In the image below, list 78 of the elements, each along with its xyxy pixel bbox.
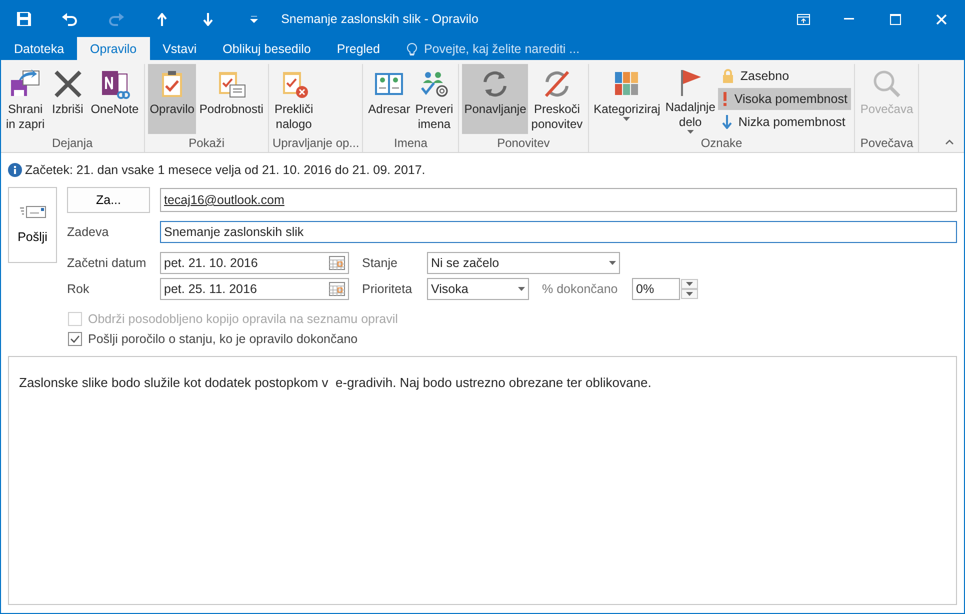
dropdown-caret-icon: [609, 261, 616, 265]
ribbon-button[interactable]: Preveri imena: [413, 64, 456, 134]
ribbon-button[interactable]: Podrobnosti: [197, 64, 266, 134]
ribbon-tab[interactable]: Vstavi: [150, 37, 210, 60]
body-text: Zaslonske slike bodo služile kot dodatek postopkom v e-gradivih. Naj bodo ustrezno obrezane ter oblikovane.: [19, 375, 652, 390]
lock-icon: [722, 69, 734, 83]
lightbulb-icon: [406, 42, 417, 56]
group-label: Ponovitev: [496, 135, 551, 152]
checkbox-label: Obdrži posodobljeno kopijo opravila na seznamu opravil: [88, 312, 399, 326]
subject-field[interactable]: Snemanje zaslonskih slik: [160, 221, 957, 243]
collapse-ribbon-icon: [945, 139, 954, 145]
group-label: Pokaži: [188, 135, 226, 152]
date-field[interactable]: pet. 21. 10. 2016: [160, 252, 349, 274]
envelope-icon: [20, 206, 46, 218]
down-arrow-icon: [722, 115, 732, 129]
date-field[interactable]: pet. 25. 11. 2016: [160, 278, 349, 300]
group-label: Upravljanje op...: [272, 135, 360, 152]
field-label: Rok: [67, 282, 90, 296]
to-field[interactable]: tecaj16@outlook.com: [160, 188, 957, 212]
save-icon: [16, 11, 32, 27]
send-button[interactable]: Pošlji: [8, 187, 57, 263]
field-label: Stanje: [362, 256, 398, 270]
up-arrow-icon: [157, 12, 167, 26]
customize-icon: [250, 16, 258, 22]
delete-icon: [52, 68, 84, 100]
checkbox[interactable]: [68, 332, 82, 346]
close-icon: [936, 14, 946, 24]
status-select[interactable]: Ni se začelo: [427, 252, 620, 274]
ribbon-button[interactable]: Kategoriziraj: [592, 64, 662, 134]
percent-field[interactable]: 0%: [632, 278, 680, 300]
ribbon-tab[interactable]: Opravilo: [77, 37, 150, 60]
ribbon-button[interactable]: Izbriši: [48, 64, 88, 134]
field-label: Zadeva: [67, 225, 110, 239]
dropdown-caret-icon: [623, 117, 630, 121]
ribbon-button[interactable]: Nadaljnje delo: [663, 64, 718, 134]
ribbon-tab[interactable]: Datoteka: [1, 37, 78, 60]
minimize-icon: [844, 18, 854, 20]
dropdown-caret-icon: [518, 287, 525, 291]
group-label: Oznake: [700, 135, 744, 152]
group-label: Povečava: [859, 135, 914, 152]
window-title: Snemanje zaslonskih slik - Opravilo: [280, 12, 480, 26]
spin-up-button[interactable]: [681, 279, 698, 289]
ribbon-button[interactable]: Ponavljanje: [462, 64, 528, 134]
ribbon-button[interactable]: Prekliči nalogo: [272, 64, 316, 134]
group-label: Imena: [393, 135, 428, 152]
calendar-icon: [329, 282, 345, 296]
redo-icon: [108, 12, 124, 26]
ribbon-button[interactable]: OneNote: [88, 64, 141, 134]
tell-me-field[interactable]: Povejte, kaj želite narediti ...: [422, 40, 626, 56]
dropdown-caret-icon: [686, 130, 694, 134]
ribbon-button[interactable]: Shrani in zapri: [4, 64, 47, 134]
maximize-icon: [890, 14, 900, 24]
checkbox-label: Pošlji poročilo o stanju, ko je opravilo dokončano: [88, 332, 359, 346]
ribbon-tab[interactable]: Pregled: [324, 37, 393, 60]
ribbon-button[interactable]: Nizka pomembnost: [718, 111, 852, 133]
field-label: % dokončano: [542, 282, 619, 296]
down-arrow-icon: [203, 12, 213, 26]
calendar-icon: [329, 256, 345, 270]
ribbon-button[interactable]: Zasebno: [718, 65, 852, 87]
ribbon-button[interactable]: Opravilo: [148, 64, 196, 134]
ribbon-tab[interactable]: Oblikuj besedilo: [210, 37, 324, 60]
ribbon-button[interactable]: Preskoči ponovitev: [529, 64, 585, 134]
task-body[interactable]: Zaslonske slike bodo služile kot dodatek postopkom v e-gradivih. Naj bodo ustrezno obrezane ter oblikovane.: [8, 356, 957, 605]
down-caret-icon: [686, 292, 693, 296]
field-label: Prioriteta: [362, 282, 414, 296]
check-icon: [70, 335, 80, 343]
field-label: Začetni datum: [67, 256, 148, 270]
undo-icon: [62, 12, 78, 26]
ribbon-button[interactable]: Visoka pomembnost: [718, 88, 852, 110]
ribbon-display-icon: [796, 14, 810, 24]
recurrence-info: Začetek: 21. dan vsake 1 mesece velja od 21. 10. 2016 do 21. 09. 2017.: [25, 163, 426, 177]
ribbon-button[interactable]: Adresar: [366, 64, 412, 134]
info-icon: [8, 163, 22, 177]
priority-select[interactable]: Visoka: [427, 278, 529, 300]
to-button[interactable]: Za...: [67, 187, 150, 213]
spin-down-button[interactable]: [681, 289, 698, 299]
exclamation-icon: [722, 92, 728, 106]
group-label: Dejanja: [51, 135, 94, 152]
